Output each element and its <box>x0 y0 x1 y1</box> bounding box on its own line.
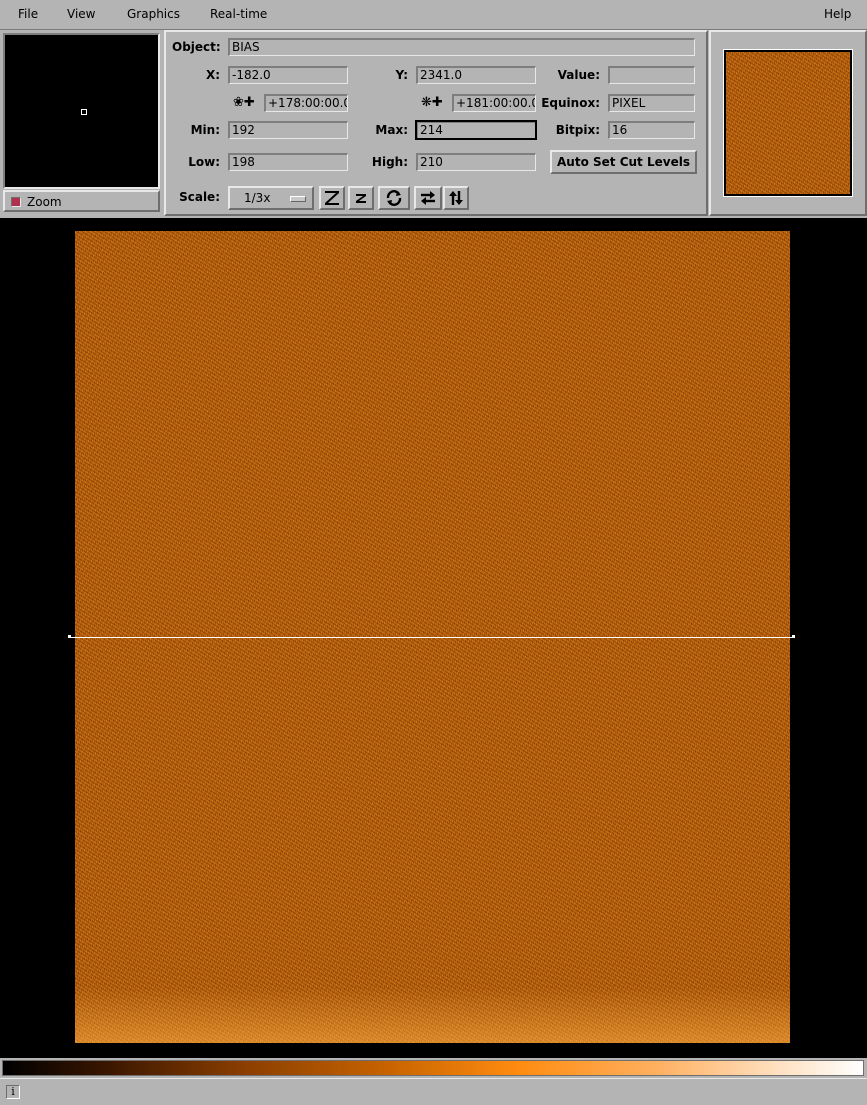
menu-file-label: File <box>18 7 39 21</box>
rotate-button[interactable] <box>378 186 410 210</box>
zoom-checkbox-indicator <box>11 197 21 207</box>
info-icon[interactable]: i <box>6 1085 20 1099</box>
menu-graphics[interactable]: Graphics <box>127 7 180 21</box>
menu-realtime-label: Real-time <box>210 7 268 21</box>
menu-realtime[interactable]: Real-time <box>210 7 267 21</box>
max-field[interactable]: 214 <box>415 120 537 140</box>
bitpix-field[interactable]: 16 <box>608 121 695 139</box>
dropdown-indicator-icon <box>290 196 306 202</box>
colorbar[interactable] <box>2 1060 864 1076</box>
auto-set-cut-levels-button[interactable]: Auto Set Cut Levels <box>550 150 697 174</box>
image-canvas[interactable] <box>0 218 867 1058</box>
menu-help-label: Help <box>824 7 852 21</box>
menu-bar: File View Graphics Real-time Help <box>0 0 867 30</box>
menu-view[interactable]: View <box>67 7 95 21</box>
x-label: X: <box>205 68 220 82</box>
pan-position-marker[interactable] <box>81 109 87 115</box>
value-label: Value: <box>557 68 600 82</box>
object-field[interactable]: BIAS <box>228 38 695 56</box>
zoom-in-button[interactable] <box>319 186 345 210</box>
menu-file[interactable]: File <box>18 7 38 21</box>
flip-horizontal-button[interactable] <box>414 186 442 210</box>
flip-horizontal-icon <box>421 191 435 205</box>
max-label: Max: <box>375 123 408 137</box>
flip-vertical-button[interactable] <box>443 186 469 210</box>
zoom-label: Zoom <box>27 195 62 209</box>
status-bar: i <box>0 1078 867 1105</box>
cut-line-handle-right[interactable] <box>792 635 795 638</box>
ra-field[interactable]: +178:00:00.00 <box>264 94 348 112</box>
equinox-field[interactable]: PIXEL <box>608 94 695 112</box>
y-label: Y: <box>395 68 408 82</box>
low-label: Low: <box>188 155 220 169</box>
high-cut-input[interactable]: 210 <box>416 153 536 171</box>
rotate-icon <box>386 190 402 206</box>
scale-label: Scale: <box>179 190 220 204</box>
object-label: Object: <box>172 40 221 54</box>
dec-field[interactable]: +181:00:00.00 <box>452 94 536 112</box>
low-cut-input[interactable]: 198 <box>228 153 348 171</box>
cut-line-graphic[interactable] <box>69 637 795 638</box>
menu-graphics-label: Graphics <box>127 7 180 21</box>
cut-line-handle-left[interactable] <box>68 635 71 638</box>
thumbnail-frame[interactable] <box>723 49 853 197</box>
x-field[interactable]: -182.0 <box>228 66 348 84</box>
value-field[interactable] <box>608 66 695 84</box>
equinox-label: Equinox: <box>541 96 600 110</box>
menu-view-label: View <box>67 7 96 21</box>
dec-cross-icon: ❋✚ <box>421 95 443 110</box>
min-field[interactable]: 192 <box>228 121 348 139</box>
menu-help[interactable]: Help <box>824 7 851 21</box>
min-label: Min: <box>190 123 220 137</box>
thumbnail-panel <box>709 30 867 216</box>
bitpix-label: Bitpix: <box>555 123 600 137</box>
zoom-out-button[interactable] <box>348 186 374 210</box>
pan-window[interactable] <box>3 33 160 189</box>
ra-cross-icon: ❀✚ <box>233 95 255 110</box>
zoom-toggle[interactable]: Zoom <box>3 190 160 212</box>
flip-vertical-icon <box>449 191 463 205</box>
y-field[interactable]: 2341.0 <box>416 66 536 84</box>
zoom-out-icon <box>356 194 366 203</box>
zoom-in-icon <box>325 191 339 205</box>
thumbnail-image <box>726 52 850 194</box>
scale-value: 1/3x <box>244 191 271 205</box>
image-edge-glow <box>75 988 790 1043</box>
high-label: High: <box>371 155 408 169</box>
scale-selector[interactable]: 1/3x <box>228 186 314 210</box>
